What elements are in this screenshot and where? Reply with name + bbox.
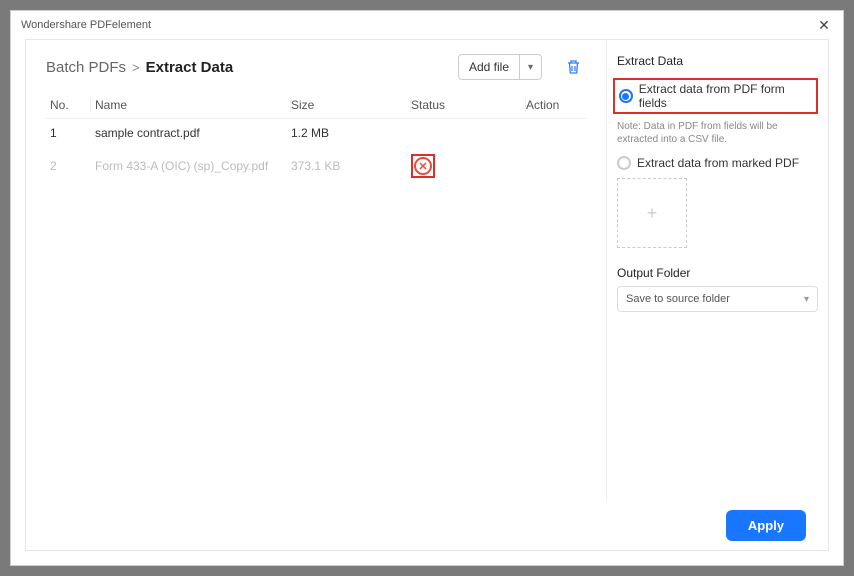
breadcrumb-current: Extract Data (146, 59, 234, 76)
app-title: Wondershare PDFelement (21, 19, 151, 31)
col-status: Status (411, 98, 521, 112)
output-folder-select[interactable]: Save to source folder ▾ (617, 286, 818, 312)
header-row: Batch PDFs > Extract Data Add file ▾ (46, 54, 586, 80)
titlebar: Wondershare PDFelement ✕ (11, 11, 843, 39)
select-value: Save to source folder (626, 293, 730, 305)
status-highlight: ✕ (411, 154, 435, 178)
chevron-down-icon: ▾ (804, 294, 809, 305)
dropzone-add[interactable]: + (617, 178, 687, 248)
add-file-group: Add file ▾ (458, 54, 542, 80)
apply-button[interactable]: Apply (726, 510, 806, 541)
option-extract-form-fields[interactable]: Extract data from PDF form fields (613, 78, 818, 114)
close-icon[interactable]: ✕ (815, 17, 833, 34)
cell-no: 1 (46, 126, 86, 140)
col-no: No. (46, 98, 86, 112)
option-extract-marked[interactable]: Extract data from marked PDF (617, 156, 818, 170)
col-size: Size (291, 98, 406, 112)
cell-name: sample contract.pdf (91, 126, 286, 140)
panel-title: Extract Data (617, 54, 818, 68)
cell-no: 2 (46, 159, 86, 173)
breadcrumb-sep: > (132, 60, 140, 75)
option-label: Extract data from marked PDF (637, 156, 799, 170)
trash-icon (566, 59, 581, 75)
breadcrumb: Batch PDFs > Extract Data (46, 59, 233, 76)
col-name: Name (91, 98, 286, 112)
radio-icon (617, 156, 631, 170)
delete-all-button[interactable] (560, 54, 586, 80)
add-file-button[interactable]: Add file (458, 54, 520, 80)
note-text: Note: Data in PDF from fields will be ex… (617, 120, 818, 146)
left-pane: Batch PDFs > Extract Data Add file ▾ (26, 40, 606, 500)
table-header: No. Name Size Status Action (46, 92, 586, 119)
plus-icon: + (647, 203, 658, 224)
output-folder-label: Output Folder (617, 266, 818, 280)
chevron-down-icon: ▾ (528, 62, 533, 73)
option-label: Extract data from PDF form fields (639, 82, 812, 110)
add-file-dropdown[interactable]: ▾ (520, 54, 542, 80)
cell-size: 373.1 KB (291, 159, 406, 173)
footer: Apply (26, 500, 828, 550)
breadcrumb-root[interactable]: Batch PDFs (46, 59, 126, 76)
cell-size: 1.2 MB (291, 126, 406, 140)
error-icon[interactable]: ✕ (414, 157, 432, 175)
table-row[interactable]: 2 Form 433-A (OIC) (sp)_Copy.pdf 373.1 KB ✕ (46, 147, 586, 185)
app-window: Wondershare PDFelement ✕ Batch PDFs > Ex… (10, 10, 844, 566)
table-body: 1 sample contract.pdf 1.2 MB 2 Form 433-A (O… (46, 119, 586, 185)
table-row[interactable]: 1 sample contract.pdf 1.2 MB (46, 119, 586, 147)
cell-name: Form 433-A (OIC) (sp)_Copy.pdf (91, 159, 286, 173)
cell-status: ✕ (411, 154, 521, 178)
content-frame: Batch PDFs > Extract Data Add file ▾ (25, 39, 829, 551)
col-action: Action (526, 98, 586, 112)
right-pane: Extract Data Extract data from PDF form … (606, 40, 828, 500)
radio-icon (619, 89, 633, 103)
